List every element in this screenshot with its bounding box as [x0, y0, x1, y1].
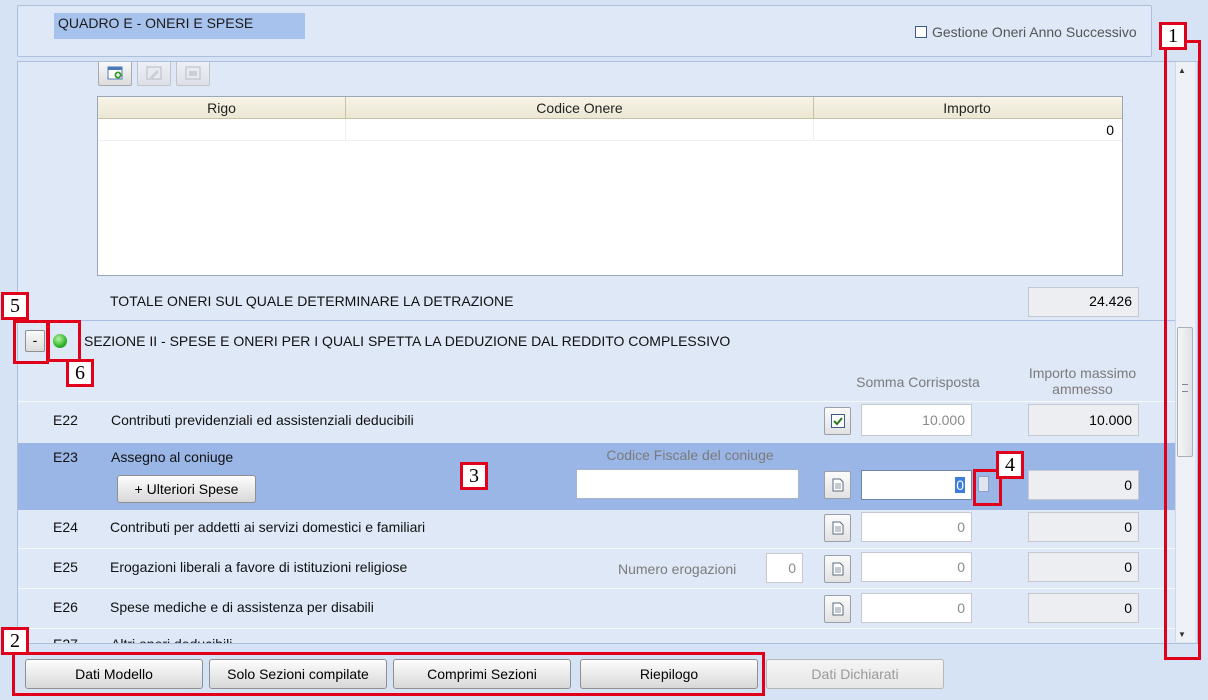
e26-detail-button[interactable] — [824, 595, 851, 623]
e22-somma-input[interactable]: 10.000 — [861, 404, 972, 436]
totale-label: TOTALE ONERI SUL QUALE DETERMINARE LA DE… — [110, 293, 514, 309]
oneri-grid: Rigo Codice Onere Importo 0 — [97, 96, 1123, 276]
row-desc-e24: Contributi per addetti ai servizi domest… — [110, 519, 426, 535]
document-icon — [832, 602, 843, 616]
annotation-badge-5: 5 — [1, 292, 29, 320]
e25-importo-value: 0 — [1028, 552, 1139, 582]
grid-cell-codice[interactable] — [346, 119, 814, 140]
document-icon — [832, 478, 843, 492]
grid-col-codice-onere[interactable]: Codice Onere — [346, 97, 814, 118]
delete-icon — [185, 66, 201, 80]
cf-coniuge-input[interactable] — [576, 469, 799, 499]
e26-somma-input[interactable]: 0 — [861, 593, 972, 623]
e22-importo-value: 10.000 — [1028, 404, 1139, 436]
col-somma-corrisposta: Somma Corrisposta — [856, 374, 980, 390]
gestione-oneri-label: Gestione Oneri Anno Successivo — [932, 24, 1137, 40]
row-desc-e25: Erogazioni liberali a favore di istituzi… — [110, 559, 408, 575]
table-row[interactable]: 0 — [98, 119, 1122, 141]
e26-importo-value: 0 — [1028, 593, 1139, 623]
annotation-badge-6: 6 — [66, 359, 94, 387]
e25-somma-input[interactable]: 0 — [861, 552, 972, 582]
numero-erogazioni-label: Numero erogazioni — [618, 561, 737, 577]
add-row-button[interactable] — [98, 62, 132, 86]
grid-cell-rigo[interactable] — [98, 119, 346, 140]
checkbox-checked-icon — [830, 414, 845, 428]
add-row-icon — [107, 66, 123, 80]
row-code-e23: E23 — [53, 449, 78, 465]
row-desc-e22: Contributi previdenziali ed assistenzial… — [111, 412, 414, 428]
e22-checked-button[interactable] — [824, 407, 851, 435]
numero-erogazioni-input[interactable]: 0 — [766, 553, 803, 583]
gestione-oneri-checkbox[interactable]: Gestione Oneri Anno Successivo — [915, 24, 1137, 40]
e23-somma-value: 0 — [955, 477, 965, 493]
totale-value: 24.426 — [1028, 287, 1139, 317]
annotation-box-5 — [13, 320, 49, 364]
delete-row-button[interactable] — [176, 62, 210, 86]
annotation-badge-2: 2 — [1, 627, 29, 655]
page-title: QUADRO E - ONERI E SPESE — [54, 13, 305, 39]
grid-col-rigo[interactable]: Rigo — [98, 97, 346, 118]
annotation-box-2 — [12, 652, 765, 696]
divider — [18, 401, 1177, 402]
section-divider — [18, 320, 1177, 321]
e23-detail-button[interactable] — [824, 471, 851, 499]
cf-coniuge-label: Codice Fiscale del coniuge — [606, 447, 774, 463]
grid-col-importo[interactable]: Importo — [814, 97, 1120, 118]
row-desc-e23: Assegno al coniuge — [111, 449, 234, 465]
e23-importo-value: 0 — [1028, 470, 1139, 500]
row-desc-e26: Spese mediche e di assistenza per disabi… — [110, 599, 374, 615]
checkbox-icon[interactable] — [915, 26, 927, 38]
divider — [18, 628, 1177, 629]
annotation-badge-3: 3 — [460, 462, 488, 490]
row-code-e25: E25 — [53, 559, 78, 575]
e25-detail-button[interactable] — [824, 555, 851, 583]
ulteriori-spese-button[interactable]: + Ulteriori Spese — [117, 475, 256, 503]
row-desc-e27: Altri oneri deducibili — [111, 636, 233, 644]
grid-cell-importo[interactable]: 0 — [814, 119, 1120, 140]
row-code-e22: E22 — [53, 412, 78, 428]
col-importo-massimo: Importo massimo ammesso — [1028, 365, 1137, 397]
annotation-box-1 — [1164, 40, 1201, 660]
annotation-badge-1: 1 — [1159, 22, 1187, 50]
section-title: SEZIONE II - SPESE E ONERI PER I QUALI S… — [84, 333, 731, 349]
e23-somma-input[interactable]: 0 — [861, 470, 972, 500]
annotation-badge-4: 4 — [996, 451, 1024, 479]
e24-importo-value: 0 — [1028, 512, 1139, 542]
e24-detail-button[interactable] — [824, 514, 851, 542]
document-icon — [832, 521, 843, 535]
row-code-e26: E26 — [53, 599, 78, 615]
document-icon — [832, 562, 843, 576]
grid-header: Rigo Codice Onere Importo — [98, 97, 1122, 119]
e24-somma-input[interactable]: 0 — [861, 512, 972, 542]
edit-row-button[interactable] — [137, 62, 171, 86]
row-code-e24: E24 — [53, 519, 78, 535]
annotation-box-6 — [47, 320, 81, 362]
divider — [18, 588, 1177, 589]
dati-dichiarati-button[interactable]: Dati Dichiarati — [766, 659, 944, 689]
row-code-e27: E27 — [53, 636, 78, 644]
edit-icon — [146, 66, 162, 80]
divider — [18, 548, 1177, 549]
